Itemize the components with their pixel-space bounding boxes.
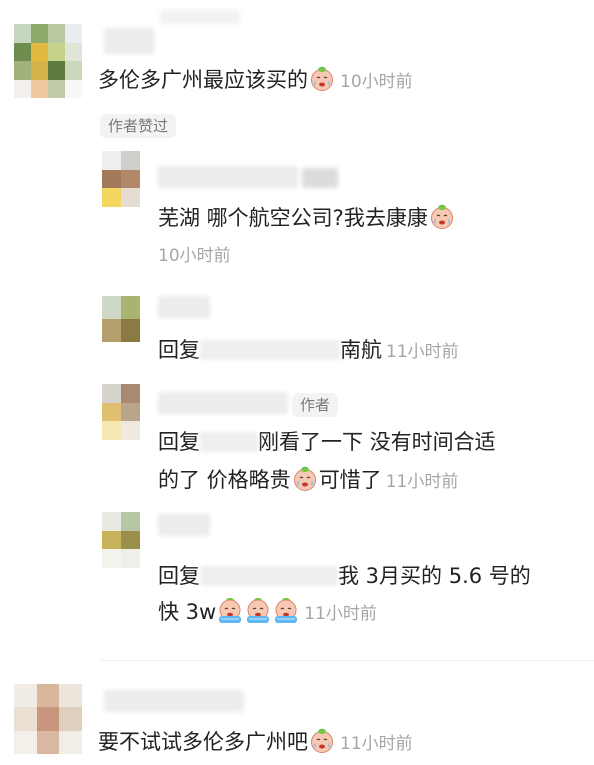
reply-text-cont[interactable]: 的了 价格略贵 可惜了 11小时前 [158, 466, 458, 496]
username-redacted[interactable] [158, 392, 288, 414]
username-redacted [160, 10, 240, 24]
tears-face-emoji-icon [217, 598, 243, 624]
username-redacted [302, 168, 338, 188]
tears-face-emoji-icon [245, 598, 271, 624]
avatar[interactable] [14, 684, 82, 754]
username-redacted[interactable] [104, 28, 154, 54]
username-redacted[interactable] [104, 690, 244, 712]
username-redacted[interactable] [158, 296, 210, 318]
reply-text[interactable]: 回复 南航 11小时前 [158, 336, 459, 366]
crying-face-emoji-icon [309, 728, 335, 754]
reply-text[interactable]: 回复 刚看了一下 没有时间合适 [158, 428, 496, 456]
avatar[interactable] [102, 151, 140, 207]
reply-text-cont[interactable]: 快 3w 11小时前 [158, 598, 377, 628]
author-tag: 作者 [292, 393, 339, 417]
mention-redacted[interactable] [200, 340, 340, 360]
avatar[interactable] [102, 296, 140, 342]
mention-redacted[interactable] [200, 432, 258, 452]
username-redacted[interactable] [158, 166, 298, 188]
reply-text[interactable]: 回复我 3月买的 5.6 号的 [158, 562, 531, 590]
tears-face-emoji-icon [273, 598, 299, 624]
reply-text[interactable]: 芜湖 哪个航空公司?我去康康 [158, 204, 456, 232]
avatar[interactable] [102, 512, 140, 568]
mention-redacted[interactable] [200, 566, 338, 586]
comment-text[interactable]: 要不试试多伦多广州吧 11小时前 [98, 728, 413, 758]
avatar[interactable] [102, 384, 140, 440]
reply-time: 10小时前 [158, 246, 231, 266]
reply-time: 11小时前 [304, 604, 377, 624]
comment-divider [100, 660, 594, 661]
username-redacted[interactable] [158, 514, 210, 536]
reply-time: 11小时前 [385, 472, 459, 492]
author-liked-tag: 作者赞过 [100, 114, 177, 138]
crying-face-emoji-icon [292, 466, 318, 492]
comment-text[interactable]: 多伦多广州最应该买的 10小时前 [98, 66, 413, 96]
comment-time: 10小时前 [340, 72, 413, 92]
avatar[interactable] [14, 24, 82, 98]
crying-face-emoji-icon [429, 204, 455, 230]
comment-time: 11小时前 [340, 734, 413, 754]
crying-face-emoji-icon [309, 66, 335, 92]
reply-time: 11小时前 [386, 342, 459, 362]
